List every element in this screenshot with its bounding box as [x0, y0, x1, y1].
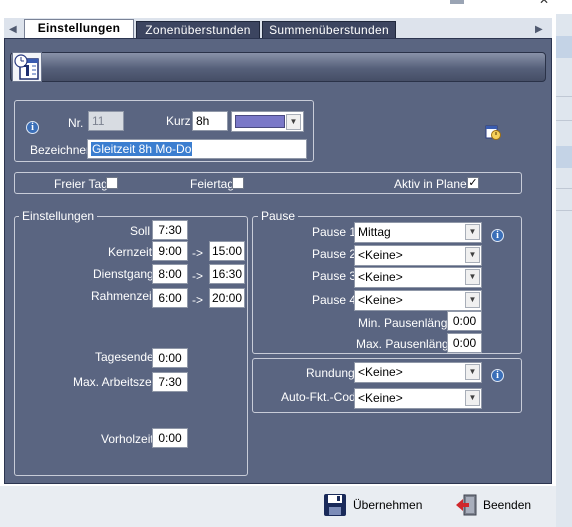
- chevron-down-icon[interactable]: ▼: [465, 292, 480, 308]
- pause4-value: <Keine>: [358, 293, 403, 307]
- chevron-down-icon[interactable]: ▼: [465, 390, 480, 406]
- tagesende-label: Tagesende: [95, 350, 154, 364]
- close-icon[interactable]: ✕: [536, 0, 552, 8]
- max-pausenlaenge-label: Max. Pausenlänge: [356, 337, 456, 351]
- clock-calendar-icon[interactable]: [485, 124, 501, 140]
- background-divider: [556, 188, 572, 189]
- bezeichner-value: Gleitzeit 8h Mo-Do: [91, 142, 193, 156]
- rahmenzeit-label: Rahmenzeit: [91, 289, 156, 303]
- kernzeit-to-field[interactable]: 15:00: [209, 241, 245, 261]
- background-list: [556, 14, 572, 527]
- soll-field[interactable]: 7:30: [152, 220, 188, 240]
- einstellungen-legend: Einstellungen: [19, 210, 98, 222]
- background-divider: [556, 96, 572, 97]
- rahmenzeit-arrow: ->: [192, 293, 204, 307]
- pause2-select[interactable]: <Keine> ▼: [354, 245, 482, 266]
- exit-button[interactable]: Beenden: [452, 492, 542, 518]
- background-row: [556, 146, 572, 168]
- apply-label: Übernehmen: [353, 498, 423, 512]
- calendar-clock-icon: [12, 52, 42, 82]
- aktiv-checkbox[interactable]: ✓: [467, 177, 479, 189]
- freier-tag-checkbox[interactable]: [106, 177, 118, 189]
- max-arbeitszeit-field[interactable]: 7:30: [152, 372, 188, 392]
- pause4-select[interactable]: <Keine> ▼: [354, 290, 482, 311]
- dienstgang-label: Dienstgang: [93, 267, 154, 281]
- kernzeit-from-field[interactable]: 9:00: [152, 241, 188, 261]
- rundung-label: Rundung: [306, 366, 355, 380]
- background-divider: [556, 120, 572, 121]
- pause1-select[interactable]: Mittag ▼: [354, 222, 482, 243]
- pause-legend: Pause: [258, 210, 299, 222]
- tab-summenueberstunden[interactable]: Summenüberstunden: [262, 21, 396, 39]
- pause3-select[interactable]: <Keine> ▼: [354, 267, 482, 288]
- min-pausenlaenge-label: Min. Pausenlänge: [358, 316, 455, 330]
- feiertag-label: Feiertag: [190, 177, 235, 191]
- background-divider: [556, 210, 572, 211]
- chevron-down-icon[interactable]: ▼: [465, 247, 480, 263]
- max-pausenlaenge-field[interactable]: 0:00: [447, 333, 482, 353]
- nr-label: Nr.: [68, 116, 84, 130]
- chevron-down-icon[interactable]: ▼: [465, 364, 480, 380]
- tab-zonenueberstunden[interactable]: Zonenüberstunden: [136, 21, 260, 39]
- max-arbeitszeit-label: Max. Arbeitszeit: [73, 375, 158, 389]
- rundung-select[interactable]: <Keine> ▼: [354, 362, 482, 383]
- rundung-value: <Keine>: [358, 365, 403, 379]
- window-top-strip: [0, 0, 572, 14]
- pause1-value: Mittag: [358, 225, 391, 239]
- background-row: [556, 36, 572, 58]
- color-picker[interactable]: ▼: [231, 111, 304, 132]
- tab-scroll-right-icon[interactable]: ▶: [535, 24, 543, 35]
- tagesende-field[interactable]: 0:00: [152, 348, 188, 368]
- info-icon[interactable]: i: [491, 229, 504, 242]
- kernzeit-arrow: ->: [192, 246, 204, 260]
- color-swatch: [235, 115, 285, 128]
- pause3-value: <Keine>: [358, 270, 403, 284]
- pause2-label: Pause 2: [312, 247, 357, 261]
- info-icon[interactable]: i: [26, 121, 39, 134]
- nr-field: 11: [88, 111, 124, 131]
- tab-einstellungen[interactable]: Einstellungen: [24, 19, 134, 40]
- autofkt-value: <Keine>: [358, 391, 403, 405]
- chevron-down-icon[interactable]: ▼: [286, 114, 301, 130]
- kurz-label: Kurz: [166, 114, 191, 128]
- kurz-field[interactable]: 8h: [192, 111, 228, 131]
- autofkt-label: Auto-Fkt.-Code: [281, 390, 363, 404]
- chevron-down-icon[interactable]: ▼: [465, 269, 480, 285]
- apply-button[interactable]: Übernehmen: [320, 492, 423, 518]
- pause4-label: Pause 4: [312, 293, 357, 307]
- rahmenzeit-to-field[interactable]: 20:00: [209, 288, 245, 308]
- freier-tag-label: Freier Tag: [54, 177, 108, 191]
- pause2-value: <Keine>: [358, 248, 403, 262]
- kernzeit-label: Kernzeit: [108, 245, 153, 259]
- rahmenzeit-from-field[interactable]: 6:00: [152, 288, 188, 308]
- dienstgang-to-field[interactable]: 16:30: [209, 264, 245, 284]
- min-pausenlaenge-field[interactable]: 0:00: [447, 311, 482, 331]
- chevron-down-icon[interactable]: ▼: [465, 224, 480, 240]
- autofkt-select[interactable]: <Keine> ▼: [354, 388, 482, 409]
- bezeichner-label: Bezeichner: [30, 143, 91, 157]
- exit-label: Beenden: [483, 498, 532, 512]
- save-icon: [324, 494, 346, 516]
- pause1-label: Pause 1: [312, 225, 357, 239]
- aktiv-label: Aktiv in Planer: [394, 177, 471, 191]
- vorholzeit-label: Vorholzeit: [101, 432, 154, 446]
- soll-label: Soll: [130, 224, 151, 238]
- feiertag-checkbox[interactable]: [232, 177, 244, 189]
- dienstgang-arrow: ->: [192, 269, 204, 283]
- dienstgang-from-field[interactable]: 8:00: [152, 264, 188, 284]
- window-icon: [450, 0, 464, 4]
- bezeichner-field[interactable]: Gleitzeit 8h Mo-Do: [87, 139, 307, 159]
- vorholzeit-field[interactable]: 0:00: [152, 428, 188, 448]
- tab-scroll-left-icon[interactable]: ◀: [9, 24, 17, 35]
- pause3-label: Pause 3: [312, 269, 357, 283]
- exit-door-icon: [456, 494, 477, 516]
- info-icon[interactable]: i: [491, 369, 504, 382]
- header-bar: [10, 52, 546, 82]
